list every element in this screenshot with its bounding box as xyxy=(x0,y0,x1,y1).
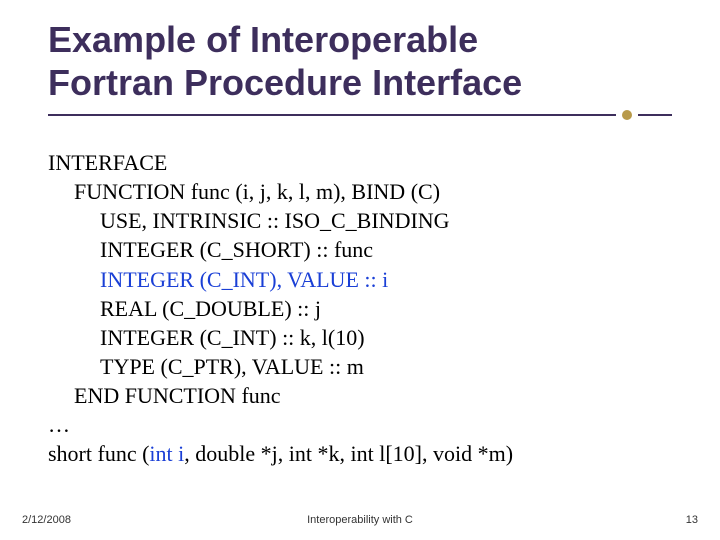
code-line: REAL (C_DOUBLE) :: j xyxy=(48,294,672,323)
slide-title: Example of Interoperable Fortran Procedu… xyxy=(48,18,672,104)
footer-page-number: 13 xyxy=(686,514,698,526)
c-sig-pre: short func ( xyxy=(48,441,149,466)
code-line: INTEGER (C_SHORT) :: func xyxy=(48,235,672,264)
title-line-2: Fortran Procedure Interface xyxy=(48,62,522,103)
slide: Example of Interoperable Fortran Procedu… xyxy=(0,0,720,540)
title-underline xyxy=(48,110,672,120)
footer-title: Interoperability with C xyxy=(307,514,413,526)
code-line: END FUNCTION func xyxy=(48,381,672,410)
underline-tail xyxy=(638,114,672,116)
title-line-1: Example of Interoperable xyxy=(48,19,478,60)
footer: 2/12/2008 Interoperability with C 13 xyxy=(0,514,720,526)
underline-main xyxy=(48,114,616,116)
title-block: Example of Interoperable Fortran Procedu… xyxy=(48,18,672,120)
footer-date: 2/12/2008 xyxy=(22,514,71,526)
bullet-dot-icon xyxy=(622,110,632,120)
code-line: FUNCTION func (i, j, k, l, m), BIND (C) xyxy=(48,177,672,206)
code-block: INTERFACE FUNCTION func (i, j, k, l, m),… xyxy=(48,148,672,467)
code-line: … xyxy=(48,410,672,439)
code-line-c-signature: short func (int i, double *j, int *k, in… xyxy=(48,439,672,468)
c-sig-post: , double *j, int *k, int l[10], void *m) xyxy=(184,441,513,466)
c-sig-highlight: int i xyxy=(149,441,184,466)
code-line: INTERFACE xyxy=(48,148,672,177)
code-line: USE, INTRINSIC :: ISO_C_BINDING xyxy=(48,206,672,235)
code-line-highlight: INTEGER (C_INT), VALUE :: i xyxy=(48,265,672,294)
code-line: TYPE (C_PTR), VALUE :: m xyxy=(48,352,672,381)
code-line: INTEGER (C_INT) :: k, l(10) xyxy=(48,323,672,352)
